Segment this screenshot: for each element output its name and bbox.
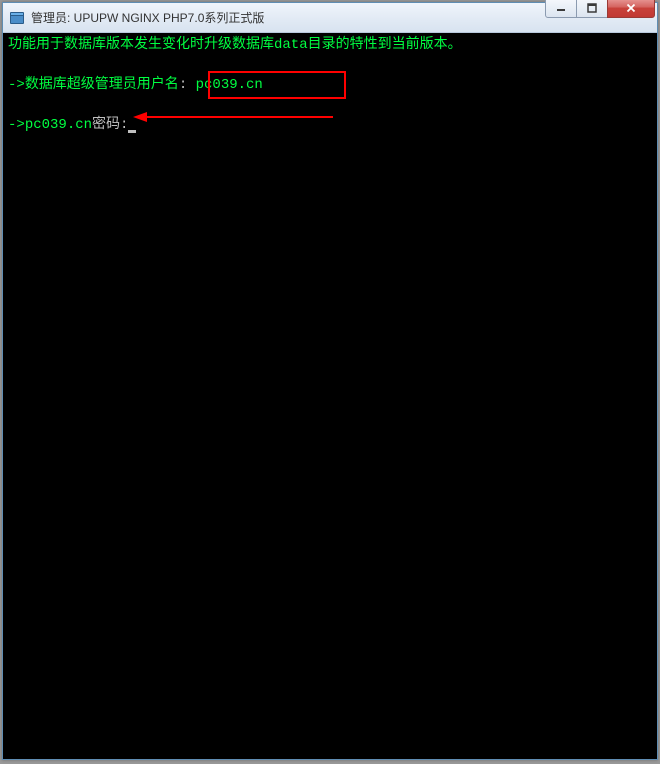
terminal-line-2: ->数据库超级管理员用户名: pc039.cn [8, 75, 652, 95]
line2-value: pc039.cn [196, 77, 263, 93]
close-button[interactable] [607, 0, 655, 18]
app-window: 管理员: UPUPW NGINX PHP7.0系列正式版 功能用于数据库版本发生… [2, 2, 658, 760]
terminal-cursor [128, 130, 136, 133]
line2-colon: : [179, 77, 187, 93]
window-title: 管理员: UPUPW NGINX PHP7.0系列正式版 [31, 9, 546, 26]
line3-label: 密码 [92, 117, 120, 133]
line2-prefix: -> [8, 77, 25, 93]
line3-prefix: -> [8, 117, 25, 133]
terminal-line-1: 功能用于数据库版本发生变化时升级数据库data目录的特性到当前版本。 [8, 35, 652, 55]
minimize-button[interactable] [545, 0, 577, 18]
window-controls [546, 0, 655, 20]
line2-text: 数据库超级管理员用户名 [25, 77, 179, 93]
empty-line [8, 95, 652, 115]
titlebar[interactable]: 管理员: UPUPW NGINX PHP7.0系列正式版 [3, 3, 657, 33]
line1-prefix: 功 [8, 37, 22, 53]
line1-text: 能用于数据库版本发生变化时升级数据库data目录的特性到当前版本。 [22, 37, 462, 53]
line3-colon: : [120, 117, 128, 133]
terminal-area[interactable]: 功能用于数据库版本发生变化时升级数据库data目录的特性到当前版本。 ->数据库… [3, 33, 657, 759]
empty-line [8, 55, 652, 75]
line3-user: pc039.cn [25, 117, 92, 133]
maximize-button[interactable] [576, 0, 608, 18]
terminal-line-3: ->pc039.cn密码: [8, 115, 652, 135]
app-icon [9, 10, 25, 26]
